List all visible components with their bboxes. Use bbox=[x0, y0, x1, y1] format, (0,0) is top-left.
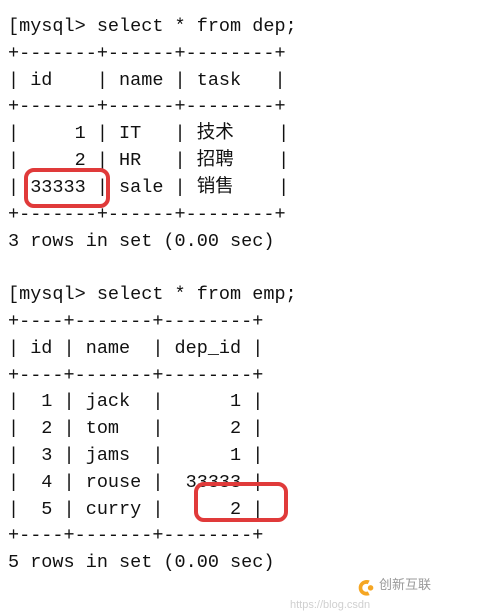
table-row: | 1 | jack | 1 | bbox=[8, 391, 263, 412]
table-border: +----+-------+--------+ bbox=[8, 525, 263, 546]
result-footer: 5 rows in set (0.00 sec) bbox=[8, 552, 274, 573]
terminal-output-emp: [mysql> select * from emp; +----+-------… bbox=[8, 282, 492, 577]
table-header-row: | id | name | dep_id | bbox=[8, 338, 263, 359]
table-row: | 1 | IT | 技术 | bbox=[8, 123, 289, 144]
table-row: | 2 | HR | 招聘 | bbox=[8, 150, 289, 171]
sql-prompt-line: [mysql> select * from emp; bbox=[8, 284, 297, 305]
table-border: +-------+------+--------+ bbox=[8, 204, 286, 225]
watermark-logo-icon bbox=[355, 575, 375, 595]
watermark: 创新互联 bbox=[355, 575, 431, 595]
table-row: | 2 | tom | 2 | bbox=[8, 418, 263, 439]
table-row: | 3 | jams | 1 | bbox=[8, 445, 263, 466]
table-border: +----+-------+--------+ bbox=[8, 311, 263, 332]
table-header-row: | id | name | task | bbox=[8, 70, 286, 91]
table-border: +-------+------+--------+ bbox=[8, 96, 286, 117]
sql-prompt-line: [mysql> select * from dep; bbox=[8, 16, 297, 37]
table-border: +-------+------+--------+ bbox=[8, 43, 286, 64]
result-footer: 3 rows in set (0.00 sec) bbox=[8, 231, 274, 252]
table-row: | 33333 | sale | 销售 | bbox=[8, 177, 289, 198]
table-border: +----+-------+--------+ bbox=[8, 365, 263, 386]
faint-url-watermark: https://blog.csdn bbox=[290, 598, 370, 614]
table-row: | 4 | rouse | 33333 | bbox=[8, 472, 263, 493]
watermark-text: 创新互联 bbox=[379, 576, 431, 595]
table-row: | 5 | curry | 2 | bbox=[8, 499, 263, 520]
terminal-output-dep: [mysql> select * from dep; +-------+----… bbox=[8, 14, 492, 255]
